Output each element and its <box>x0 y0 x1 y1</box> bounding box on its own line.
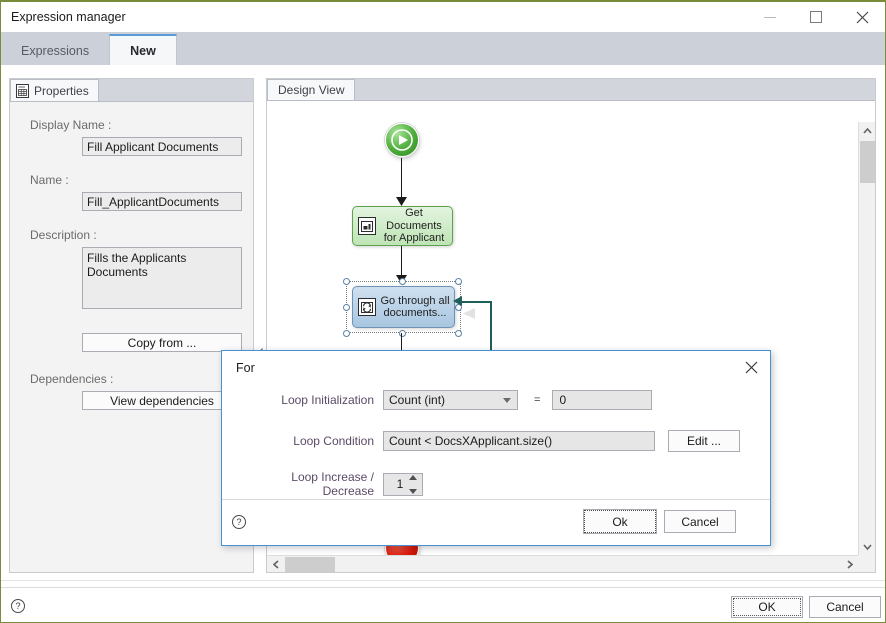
edit-condition-button[interactable]: Edit ... <box>668 430 740 452</box>
chevron-left-icon <box>272 560 279 569</box>
minimize-button[interactable] <box>747 2 793 32</box>
properties-icon <box>16 83 29 98</box>
name-label: Name : <box>30 173 69 187</box>
window-cancel-button[interactable]: Cancel <box>809 596 881 618</box>
properties-body: Display Name : Fill Applicant Documents … <box>10 101 253 572</box>
display-name-label: Display Name : <box>30 118 112 132</box>
node-get-documents[interactable]: Get Documents for Applicant <box>352 206 453 246</box>
tab-new[interactable]: New <box>109 34 177 65</box>
dialog-ok-button[interactable]: Ok <box>583 509 657 534</box>
loopback-ghost-arrow-icon <box>463 308 475 319</box>
for-loop-dialog: For Loop Initialization Count (int) = 0 … <box>221 350 771 546</box>
dialog-cancel-button[interactable]: Cancel <box>664 510 736 533</box>
properties-tabstrip: Properties <box>10 79 253 101</box>
stepper-up-icon[interactable] <box>409 474 417 480</box>
description-label: Description : <box>30 228 97 242</box>
loop-step-row: Loop Increase / Decrease 1 <box>246 470 423 498</box>
chevron-down-icon <box>503 398 511 403</box>
chevron-up-icon <box>863 127 872 134</box>
design-view-tabstrip: Design View <box>267 79 875 100</box>
window-ok-button[interactable]: OK <box>731 596 803 618</box>
dependencies-label: Dependencies : <box>30 372 114 386</box>
loop-condition-label: Loop Condition <box>293 434 374 448</box>
scroll-down-button[interactable] <box>859 538 875 555</box>
equals-sign: = <box>534 394 541 406</box>
loop-initialization-value: Count (int) <box>389 393 446 407</box>
loop-condition-row: Loop Condition Count < DocsXApplicant.si… <box>280 430 740 452</box>
canvas-vertical-scrollbar[interactable] <box>858 122 875 555</box>
node-loop-documents[interactable]: Go through all documents... <box>352 286 455 328</box>
maximize-button[interactable] <box>793 2 839 32</box>
tab-properties-label: Properties <box>34 83 89 98</box>
resize-handle-sw[interactable] <box>343 330 350 337</box>
tab-properties[interactable]: Properties <box>10 79 99 101</box>
description-textarea[interactable]: Fills the Applicants Documents <box>82 247 242 309</box>
dialog-title: For <box>236 361 255 375</box>
dialog-close-button[interactable] <box>738 356 764 378</box>
display-name-input[interactable]: Fill Applicant Documents <box>82 137 242 156</box>
loop-icon <box>358 298 376 316</box>
expression-manager-window: Expression manager Expressions New Prope… <box>0 0 886 623</box>
node-loop-documents-label: Go through all documents... <box>380 294 450 320</box>
copy-from-button[interactable]: Copy from ... <box>82 333 242 352</box>
window-controls <box>747 2 885 32</box>
window-title: Expression manager <box>11 10 126 24</box>
horizontal-scroll-thumb[interactable] <box>285 557 335 572</box>
close-button[interactable] <box>839 2 885 32</box>
tab-expressions[interactable]: Expressions <box>1 37 110 65</box>
stepper-down-icon[interactable] <box>409 488 417 494</box>
loop-initialization-amount-input[interactable]: 0 <box>552 390 653 410</box>
node-start[interactable] <box>385 123 419 157</box>
vertical-scroll-thumb[interactable] <box>860 141 875 183</box>
tab-design-view-label: Design View <box>278 83 345 97</box>
close-icon <box>745 361 757 373</box>
arrowhead-loopback-icon <box>453 296 462 306</box>
help-icon: ? <box>11 599 25 613</box>
chevron-right-icon <box>846 560 853 569</box>
close-icon <box>856 11 868 23</box>
tab-design-view[interactable]: Design View <box>267 79 356 100</box>
dialog-help-button[interactable]: ? <box>232 515 246 529</box>
loop-step-stepper[interactable]: 1 <box>383 472 423 496</box>
play-icon <box>391 129 413 151</box>
document-task-icon <box>358 217 376 235</box>
resize-handle-w[interactable] <box>343 304 350 311</box>
resize-handle-nw[interactable] <box>343 278 350 285</box>
loop-initialization-select[interactable]: Count (int) <box>383 390 518 410</box>
main-tabstrip: Expressions New <box>1 32 885 65</box>
stepper-buttons[interactable] <box>409 474 420 494</box>
tabstrip-filler <box>176 37 885 65</box>
loop-initialization-label: Loop Initialization <box>281 393 374 407</box>
tab-expressions-label: Expressions <box>21 44 90 58</box>
name-input[interactable]: Fill_ApplicantDocuments <box>82 192 242 211</box>
properties-panel: Properties Display Name : Fill Applicant… <box>9 78 254 573</box>
resize-handle-n[interactable] <box>399 278 406 285</box>
loop-condition-input[interactable]: Count < DocsXApplicant.size() <box>383 431 655 451</box>
loop-initialization-row: Loop Initialization Count (int) = 0 <box>280 390 653 410</box>
scroll-right-button[interactable] <box>841 556 858 572</box>
properties-tabstrip-filler <box>99 81 253 101</box>
window-help-button[interactable]: ? <box>11 599 25 613</box>
window-footer: ? OK Cancel <box>1 587 885 622</box>
titlebar: Expression manager <box>1 2 885 32</box>
view-dependencies-button[interactable]: View dependencies <box>82 391 242 410</box>
connector-start-to-getdocs <box>401 158 403 201</box>
resize-handle-se[interactable] <box>455 330 462 337</box>
scrollbar-corner <box>858 555 875 572</box>
footer-divider <box>1 580 885 581</box>
tab-new-label: New <box>130 43 156 58</box>
resize-handle-ne[interactable] <box>455 278 462 285</box>
scroll-up-button[interactable] <box>859 122 875 139</box>
canvas-horizontal-scrollbar[interactable] <box>267 555 858 572</box>
minimize-icon <box>764 16 776 18</box>
chevron-down-icon <box>863 543 872 550</box>
dialog-separator <box>222 499 770 500</box>
loop-step-label: Loop Increase / Decrease <box>291 470 374 498</box>
node-get-documents-label: Get Documents for Applicant <box>383 207 445 245</box>
maximize-icon <box>810 11 822 23</box>
help-icon: ? <box>232 515 246 529</box>
scroll-left-button[interactable] <box>267 556 284 572</box>
